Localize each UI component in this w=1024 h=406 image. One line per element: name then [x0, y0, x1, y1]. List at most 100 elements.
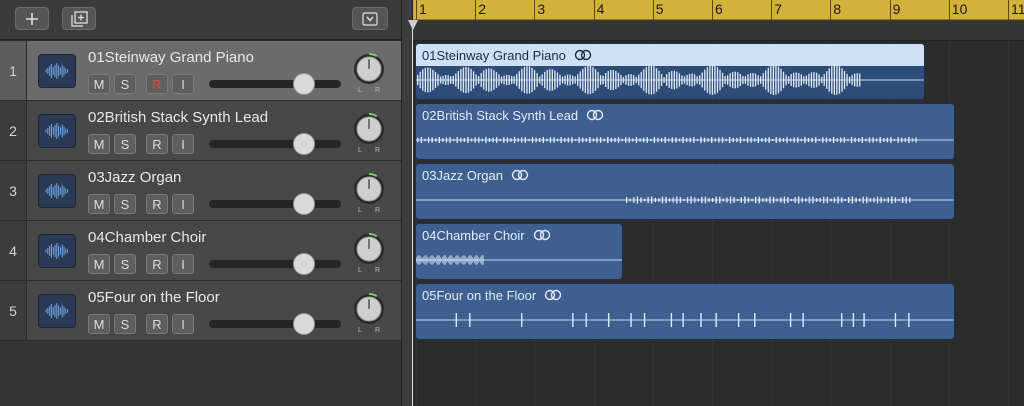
waveform [416, 137, 954, 143]
input-monitor-button[interactable]: I [172, 194, 194, 214]
pan-labels: L R [358, 147, 380, 154]
volume-slider[interactable] [209, 313, 341, 335]
track-name[interactable]: 03Jazz Organ [88, 169, 181, 186]
bar-tick [475, 0, 477, 20]
audio-region[interactable]: 05Four on the Floor [415, 283, 955, 340]
waveform-icon [45, 63, 69, 79]
input-monitor-button[interactable]: I [172, 314, 194, 334]
track-number: 3 [0, 161, 27, 220]
record-enable-button[interactable]: R [146, 254, 168, 274]
audio-region[interactable]: 04Chamber Choir [415, 223, 624, 280]
mute-button[interactable]: M [88, 314, 110, 334]
pan-labels: L R [358, 327, 380, 334]
volume-slider[interactable] [209, 193, 341, 215]
track-header[interactable]: 2 02British Stack Synth Lead M S R I L R [0, 101, 401, 161]
bar-gridline [948, 41, 950, 406]
pan-right-label: R [374, 147, 380, 154]
mute-button[interactable]: M [88, 74, 110, 94]
track-header[interactable]: 5 05Four on the Floor M S R I L R [0, 281, 401, 341]
volume-slider-thumb[interactable] [293, 253, 316, 275]
bar-tick [652, 0, 654, 20]
input-monitor-button[interactable]: I [172, 74, 194, 94]
region-header[interactable]: 04Chamber Choir [416, 224, 622, 246]
region-header[interactable]: 05Four on the Floor [416, 284, 954, 306]
audio-region[interactable]: 03Jazz Organ [415, 163, 955, 220]
pan-labels: L R [358, 267, 380, 274]
track-number: 5 [0, 281, 27, 340]
volume-slider-thumb[interactable] [293, 73, 316, 95]
playhead[interactable] [412, 20, 413, 406]
track-header[interactable]: 1 01Steinway Grand Piano M S R I L R [0, 41, 401, 101]
pan-knob[interactable] [352, 52, 386, 86]
region-header[interactable]: 03Jazz Organ [416, 164, 954, 186]
input-monitor-button[interactable]: I [172, 134, 194, 154]
audio-region[interactable]: 01Steinway Grand Piano [415, 43, 926, 100]
track-icon[interactable] [38, 174, 76, 208]
bar-tick [416, 0, 417, 20]
bar-number: 6 [715, 1, 723, 17]
solo-button[interactable]: S [114, 74, 136, 94]
audio-region[interactable]: 02British Stack Synth Lead [415, 103, 955, 160]
region-name: 05Four on the Floor [422, 287, 537, 303]
solo-button[interactable]: S [114, 314, 136, 334]
mute-button[interactable]: M [88, 254, 110, 274]
bar-gridline [1008, 41, 1009, 406]
solo-button[interactable]: S [114, 134, 136, 154]
waveform [416, 196, 954, 204]
bar-number: 3 [537, 1, 546, 17]
duplicate-track-button[interactable] [62, 7, 96, 30]
region-name: 02British Stack Synth Lead [422, 107, 579, 123]
track-name[interactable]: 02British Stack Synth Lead [88, 109, 268, 126]
pan-left-label: L [358, 267, 362, 274]
track-name[interactable]: 04Chamber Choir [88, 229, 206, 246]
bar-number: 10 [951, 1, 968, 17]
record-enable-button[interactable]: R [146, 134, 168, 154]
solo-button[interactable]: S [114, 254, 136, 274]
pan-right-label: R [374, 87, 380, 94]
loop-icon [586, 109, 604, 121]
marker-ruler[interactable] [413, 20, 1024, 41]
track-name[interactable]: 05Four on the Floor [88, 289, 220, 306]
volume-slider-thumb[interactable] [293, 313, 316, 335]
track-icon[interactable] [38, 54, 76, 88]
record-enable-button[interactable]: R [146, 314, 168, 334]
volume-slider-thumb[interactable] [293, 193, 316, 215]
waveform [416, 65, 925, 95]
region-header[interactable]: 01Steinway Grand Piano [416, 44, 925, 66]
playhead-handle[interactable] [408, 20, 418, 30]
pan-labels: L R [358, 87, 380, 94]
volume-slider-thumb[interactable] [293, 133, 316, 155]
record-enable-button[interactable]: R [146, 74, 168, 94]
solo-button[interactable]: S [114, 194, 136, 214]
pan-knob[interactable] [352, 232, 386, 266]
track-icon[interactable] [38, 234, 76, 268]
track-name[interactable]: 01Steinway Grand Piano [88, 49, 254, 66]
region-header[interactable]: 02British Stack Synth Lead [416, 104, 954, 126]
track-header[interactable]: 4 04Chamber Choir M S R I L R [0, 221, 401, 281]
pan-knob[interactable] [352, 112, 386, 146]
bar-number: 4 [596, 1, 605, 17]
bar-tick [712, 0, 713, 20]
add-track-button[interactable] [15, 7, 49, 30]
volume-slider[interactable] [209, 133, 341, 155]
track-icon[interactable] [38, 294, 76, 328]
record-enable-button[interactable]: R [146, 194, 168, 214]
input-monitor-button[interactable]: I [172, 254, 194, 274]
mute-button[interactable]: M [88, 134, 110, 154]
bar-tick [1008, 0, 1009, 20]
track-icon[interactable] [38, 114, 76, 148]
arrange-area[interactable]: 01Steinway Grand Piano 02British Stack S… [413, 41, 1024, 406]
bar-number: 11 [1011, 1, 1024, 17]
loop-icon [511, 169, 529, 181]
pan-knob[interactable] [352, 172, 386, 206]
volume-slider[interactable] [209, 253, 341, 275]
volume-slider[interactable] [209, 73, 341, 95]
waveform-icon [45, 303, 69, 319]
track-header[interactable]: 3 03Jazz Organ M S R I L R [0, 161, 401, 221]
bar-ruler[interactable]: 1 2 3 4 5 6 7 8 9 10 11 [413, 0, 1024, 20]
bar-tick [948, 0, 950, 20]
mute-button[interactable]: M [88, 194, 110, 214]
track-list: 1 01Steinway Grand Piano M S R I L R 2 0… [0, 41, 401, 406]
pan-knob[interactable] [352, 292, 386, 326]
track-options-button[interactable] [352, 7, 388, 30]
